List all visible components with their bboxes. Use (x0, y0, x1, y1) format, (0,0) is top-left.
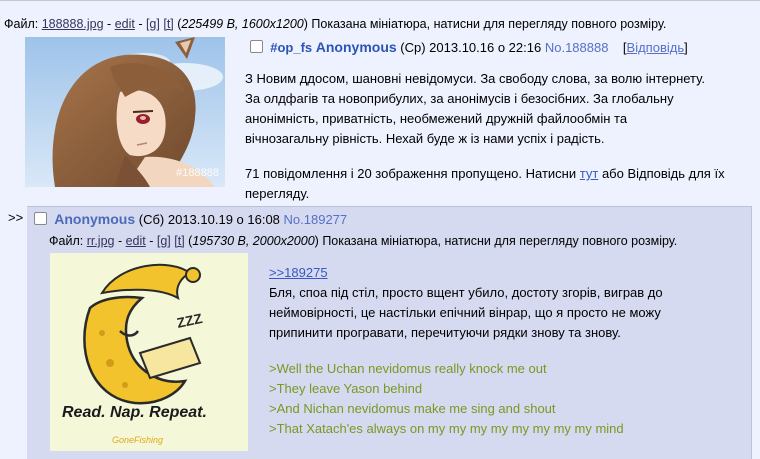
omitted-text-line2: перегляду. (245, 186, 310, 201)
reply-g-link[interactable]: [g] (157, 234, 171, 248)
op-post-number[interactable]: No.188888 (545, 40, 609, 55)
thumb-brand: GoneFishing (112, 435, 163, 445)
op-reply-link[interactable]: Відповідь (627, 40, 685, 55)
op-message-line: За олдфагів та новоприбулих, за анонімус… (245, 91, 674, 106)
op-message-line: вічнозагальну рівність. Нехай буде ж із … (245, 131, 605, 146)
reply-file-hint: Показана мініатюра, натисни для перегляд… (322, 234, 678, 248)
reply-message-line: Бля, споа під стіл, просто вщент убило, … (269, 285, 663, 300)
op-post-header: #op_fs Anonymous (Ср) 2013.10.16 о 22:16… (250, 39, 688, 55)
omitted-text: 71 повідомлення і 20 зображення пропущен… (245, 166, 577, 181)
reply-edit-link[interactable]: edit (126, 234, 146, 248)
reply-message-line: припинити програвати, перечитуючи рядки … (269, 325, 621, 340)
op-message-line: З Новим ддосом, шановні невідомуси. За с… (245, 71, 705, 86)
reply-post-header: Anonymous (Сб) 2013.10.19 о 16:08 No.189… (34, 211, 347, 227)
omitted-notice: 71 повідомлення і 20 зображення пропущен… (245, 164, 725, 204)
op-thumbnail[interactable]: #188888 (25, 37, 225, 187)
op-file-meta: 225499 B, 1600x1200 (181, 17, 304, 31)
omitted-text-after: або Відповідь для їх (601, 166, 725, 181)
reply-post-number[interactable]: No.189277 (284, 212, 348, 227)
op-subject: #op_fs (270, 40, 313, 55)
op-poster-name: Anonymous (315, 39, 397, 55)
reply-poster-name: Anonymous (54, 211, 136, 227)
reply-arrows: >> (8, 210, 24, 225)
op-t-link[interactable]: [t] (163, 17, 173, 31)
op-file-hint: Показана мініатюра, натисни для перегляд… (311, 17, 667, 31)
op-file-link[interactable]: 188888.jpg (42, 17, 104, 31)
reply-file-info: Файл: rr.jpg - edit - [g] [t] (195730 B,… (49, 234, 678, 248)
op-thumb-caption: #188888 (176, 167, 219, 179)
greentext-line: >And Nichan nevidomus make me sing and s… (269, 401, 556, 416)
reply-quote-link[interactable]: >>189275 (269, 265, 328, 280)
reply-file-link[interactable]: rr.jpg (87, 234, 115, 248)
op-file-info: Файл: 188888.jpg - edit - [g] [t] (22549… (4, 17, 667, 31)
op-edit-link[interactable]: edit (115, 17, 135, 31)
file-prefix: Файл: (49, 234, 84, 248)
thumb-slogan: Read. Nap. Repeat. (62, 404, 207, 421)
reply-message: >>189275 Бля, споа під стіл, просто вщен… (269, 263, 663, 439)
reply-t-link[interactable]: [t] (174, 234, 184, 248)
op-post-date: (Ср) 2013.10.16 о 22:16 (400, 40, 542, 55)
expand-thread-link[interactable]: тут (580, 166, 599, 181)
op-g-link[interactable]: [g] (146, 17, 160, 31)
reply-select-checkbox[interactable] (34, 212, 47, 225)
op-message: З Новим ддосом, шановні невідомуси. За с… (245, 69, 705, 149)
file-prefix: Файл: (4, 17, 39, 31)
greentext-line: >Well the Uchan nevidomus really knock m… (269, 361, 547, 376)
op-message-line: анонімність, приватність, необмежений др… (245, 111, 628, 126)
op-select-checkbox[interactable] (250, 40, 263, 53)
reply-thumbnail[interactable]: ZZZ Read. Nap. Repeat. GoneFishing (50, 253, 248, 451)
reply-post-date: (Сб) 2013.10.19 о 16:08 (138, 212, 280, 227)
greentext-line: >That Xatach'es always on my my my my my… (269, 421, 624, 436)
top-divider (0, 0, 760, 1)
greentext-line: >They leave Yason behind (269, 381, 423, 396)
reply-file-meta: 195730 B, 2000x2000 (192, 234, 315, 248)
reply-message-line: неймовірності, це настільки епічний вінр… (269, 305, 661, 320)
